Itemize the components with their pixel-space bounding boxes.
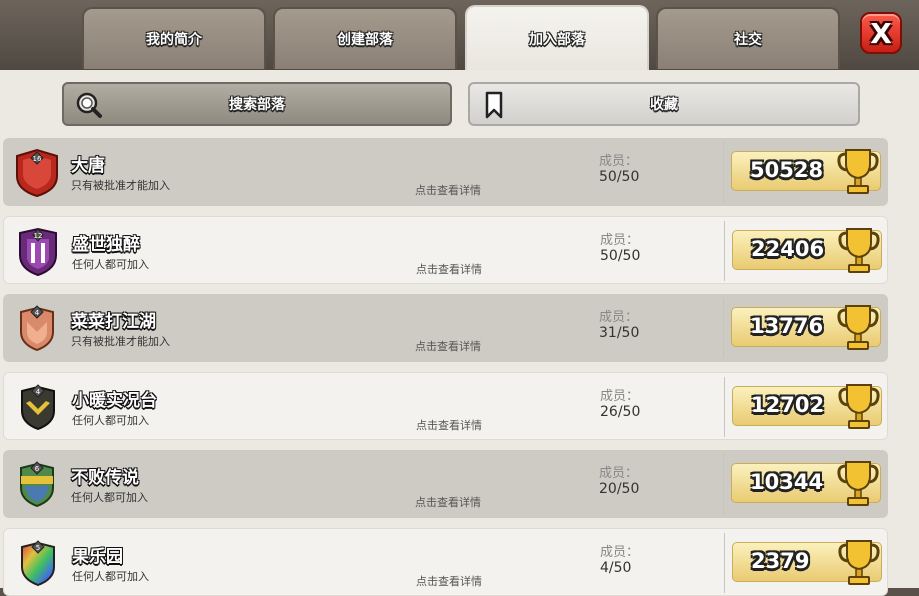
favorites-label: 收藏 (650, 97, 678, 113)
trophy-icon (837, 461, 879, 506)
join-clan-panel: 搜索部落 收藏 16 大唐 只有被批准才能加入 点击查看详情 成员： 50/50… (0, 70, 919, 596)
trophy-count: 2379 (751, 549, 810, 573)
svg-text:16: 16 (33, 155, 42, 163)
clan-badge-icon: 12 (12, 225, 64, 277)
clan-row[interactable]: 4 菜菜打江湖 只有被批准才能加入 点击查看详情 成员： 31/50 13776 (3, 294, 888, 362)
favorites-button[interactable]: 收藏 (468, 82, 860, 126)
members-label: 成员： (599, 154, 639, 169)
clan-join-type: 任何人都可加入 (72, 414, 149, 427)
trophy-box: 50528 (731, 149, 881, 194)
tab-label: 社交 (734, 32, 762, 48)
clan-name: 小暖实况台 (72, 391, 157, 411)
trophy-box: 10344 (731, 461, 881, 506)
clan-badge-icon: 4 (11, 302, 63, 354)
trophy-icon (838, 540, 880, 585)
divider (724, 377, 725, 437)
tab-label: 创建部落 (337, 32, 393, 48)
trophy-icon (838, 228, 880, 273)
trophy-count: 50528 (750, 158, 824, 182)
svg-text:12: 12 (34, 232, 43, 240)
clan-badge-icon: 6 (11, 458, 63, 510)
members-label: 成员： (599, 310, 639, 325)
members-label: 成员： (600, 389, 640, 404)
search-icon (76, 92, 102, 118)
trophy-box: 2379 (732, 540, 882, 585)
tab-profile[interactable]: 我的简介 (82, 7, 266, 69)
clan-join-type: 任何人都可加入 (71, 491, 148, 504)
search-clans-label: 搜索部落 (229, 97, 285, 113)
clan-join-type: 任何人都可加入 (72, 258, 149, 271)
tab-create-clan[interactable]: 创建部落 (273, 7, 457, 69)
divider (724, 533, 725, 593)
divider (723, 142, 724, 202)
members-label: 成员： (600, 233, 640, 248)
trophy-box: 13776 (731, 305, 881, 350)
search-clans-button[interactable]: 搜索部落 (62, 82, 452, 126)
trophy-count: 22406 (751, 237, 825, 261)
view-details-link[interactable]: 点击查看详情 (416, 417, 482, 433)
svg-text:4: 4 (36, 388, 41, 396)
close-icon: X (870, 16, 892, 50)
clan-name: 不败传说 (71, 468, 139, 488)
tab-label: 加入部落 (529, 32, 585, 48)
clan-name: 菜菜打江湖 (71, 312, 156, 332)
members-count: 26/50 (600, 404, 641, 420)
svg-text:6: 6 (35, 465, 40, 473)
clan-join-type: 只有被批准才能加入 (71, 335, 170, 348)
tab-bar: 我的简介 创建部落 加入部落 社交 X (0, 0, 919, 72)
clan-name: 果乐园 (72, 547, 123, 567)
trophy-count: 12702 (751, 393, 825, 417)
divider (723, 454, 724, 514)
view-details-link[interactable]: 点击查看详情 (415, 338, 481, 354)
svg-text:5: 5 (36, 544, 40, 552)
clan-name: 大唐 (71, 156, 105, 176)
members-label: 成员： (599, 466, 639, 481)
clan-badge-icon: 16 (11, 146, 63, 198)
clan-join-type: 只有被批准才能加入 (71, 179, 170, 192)
divider (723, 298, 724, 358)
clan-name: 盛世独醉 (72, 235, 140, 255)
clan-row[interactable]: 4 小暖实况台 任何人都可加入 点击查看详情 成员： 26/50 12702 (3, 372, 888, 440)
svg-text:4: 4 (35, 309, 40, 317)
clan-join-type: 任何人都可加入 (72, 570, 149, 583)
tab-social[interactable]: 社交 (656, 7, 840, 69)
tab-join-clan[interactable]: 加入部落 (465, 5, 649, 71)
trophy-icon (837, 305, 879, 350)
members-count: 31/50 (599, 325, 640, 341)
trophy-icon (837, 149, 879, 194)
close-button[interactable]: X (860, 12, 902, 54)
trophy-box: 12702 (732, 384, 882, 429)
members-label: 成员： (600, 545, 640, 560)
trophy-count: 13776 (750, 314, 824, 338)
members-count: 50/50 (599, 169, 640, 185)
divider (724, 221, 725, 281)
view-details-link[interactable]: 点击查看详情 (416, 573, 482, 589)
view-details-link[interactable]: 点击查看详情 (416, 261, 482, 277)
clan-row[interactable]: 6 不败传说 任何人都可加入 点击查看详情 成员： 20/50 10344 (3, 450, 888, 518)
clan-badge-icon: 5 (12, 537, 64, 589)
members-count: 20/50 (599, 481, 640, 497)
bookmark-icon (485, 91, 503, 119)
members-count: 4/50 (600, 560, 632, 576)
view-details-link[interactable]: 点击查看详情 (415, 182, 481, 198)
clan-row[interactable]: 5 果乐园 任何人都可加入 点击查看详情 成员： 4/50 2379 (3, 528, 888, 596)
tab-label: 我的简介 (146, 32, 202, 48)
view-details-link[interactable]: 点击查看详情 (415, 494, 481, 510)
clan-row[interactable]: 16 大唐 只有被批准才能加入 点击查看详情 成员： 50/50 50528 (3, 138, 888, 206)
trophy-count: 10344 (750, 470, 824, 494)
clan-row[interactable]: 12 盛世独醉 任何人都可加入 点击查看详情 成员： 50/50 22406 (3, 216, 888, 284)
members-count: 50/50 (600, 248, 641, 264)
trophy-icon (838, 384, 880, 429)
trophy-box: 22406 (732, 228, 882, 273)
clan-badge-icon: 4 (12, 381, 64, 433)
